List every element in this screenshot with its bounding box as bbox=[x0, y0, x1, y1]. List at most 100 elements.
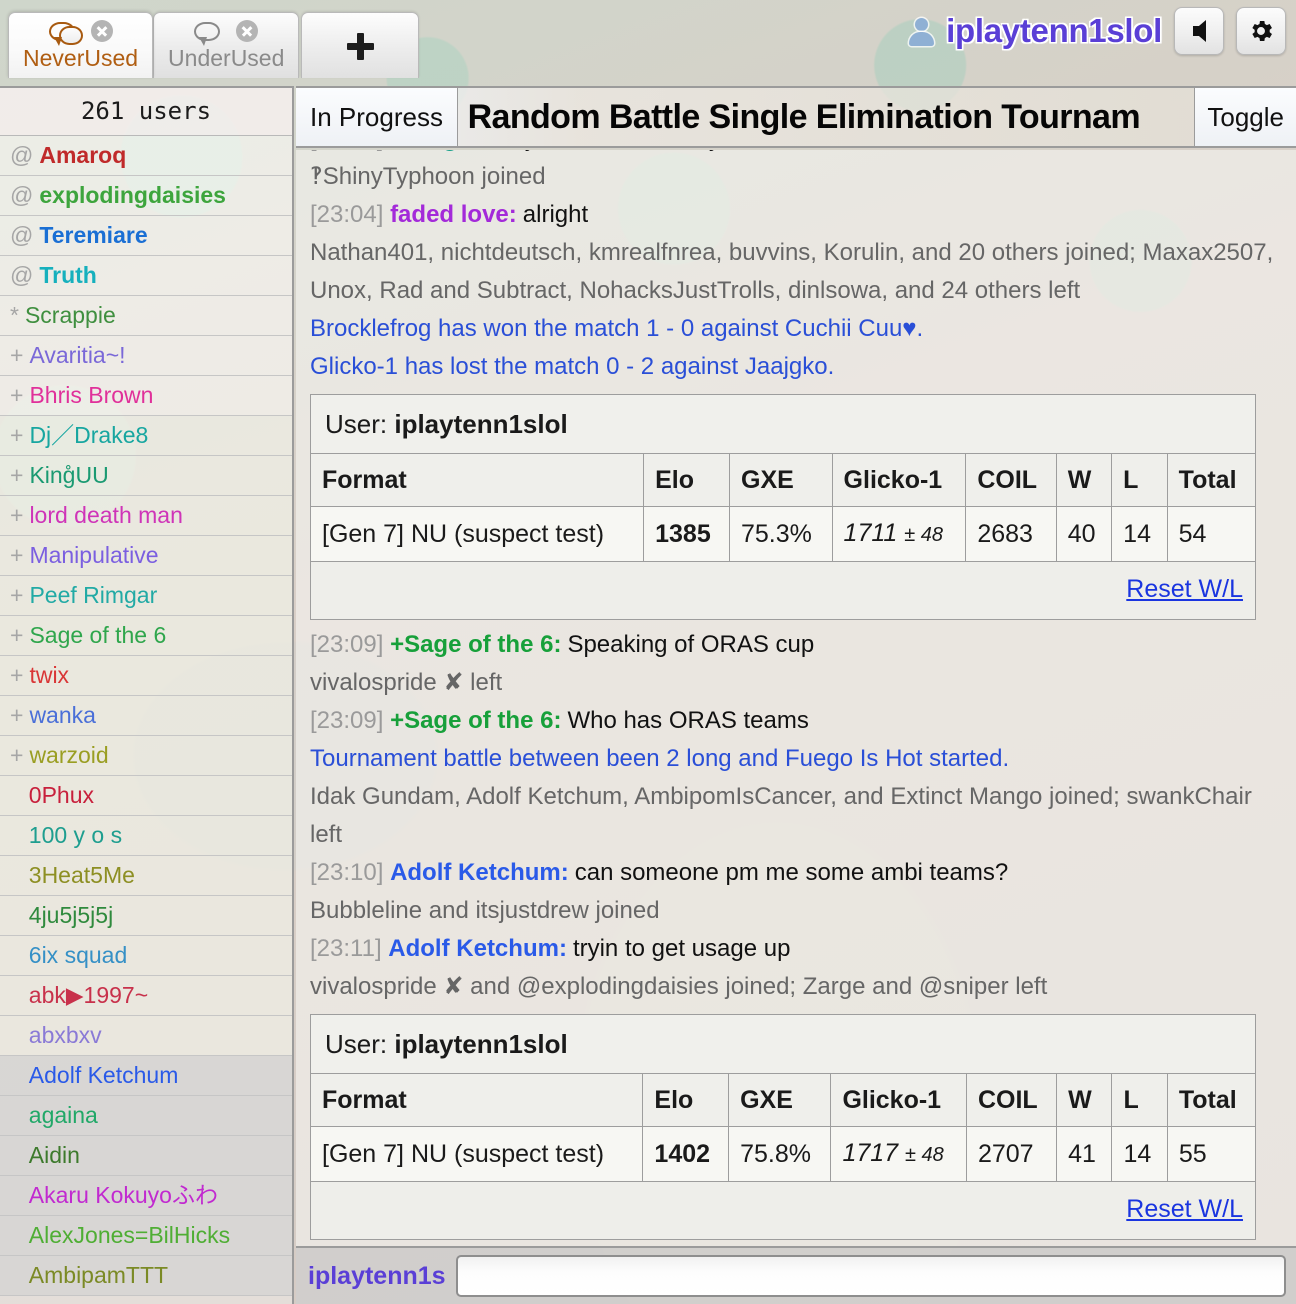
tournament-message: Brocklefrog has won the match 1 - 0 agai… bbox=[310, 310, 1284, 348]
userlist-item[interactable]: @Teremiare bbox=[0, 216, 292, 256]
userlist-item[interactable]: +warzoid bbox=[0, 736, 292, 776]
chat-bubble-icon bbox=[194, 22, 220, 41]
username-label: Manipulative bbox=[29, 542, 158, 568]
username-label: warzoid bbox=[29, 742, 108, 768]
cell-total: 54 bbox=[1167, 507, 1255, 562]
column-header: Total bbox=[1167, 1074, 1255, 1127]
userlist-item[interactable]: +Sage of the 6 bbox=[0, 616, 292, 656]
message-author[interactable]: +King̊UU: bbox=[390, 150, 500, 152]
user-group-spacer bbox=[10, 782, 23, 808]
reset-wl-link[interactable]: Reset W/L bbox=[1126, 1195, 1243, 1223]
chat-message: [23:11] Adolf Ketchum:tryin to get usage… bbox=[310, 930, 1284, 968]
gear-icon bbox=[1247, 17, 1275, 45]
close-icon[interactable] bbox=[91, 20, 113, 42]
username-label: Dj／Drake8 bbox=[29, 422, 148, 448]
tab-neverused[interactable]: NeverUsed bbox=[8, 12, 153, 78]
chat-input[interactable] bbox=[456, 1255, 1286, 1297]
userlist-item[interactable]: @Truth bbox=[0, 256, 292, 296]
message-author[interactable]: +Sage of the 6: bbox=[390, 707, 561, 734]
userlist-item[interactable]: +Dj／Drake8 bbox=[0, 416, 292, 456]
tournament-message: Tournament battle between been 2 long an… bbox=[310, 740, 1284, 778]
message-author[interactable]: Adolf Ketchum: bbox=[388, 935, 567, 962]
chat-message: [23:09] +Sage of the 6:Speaking of ORAS … bbox=[310, 626, 1284, 664]
add-tab-button[interactable] bbox=[301, 12, 419, 78]
user-group-spacer bbox=[10, 1222, 23, 1248]
cell-gxe: 75.3% bbox=[730, 507, 833, 562]
userlist-item[interactable]: @Amaroq bbox=[0, 136, 292, 176]
column-header: W bbox=[1056, 454, 1111, 507]
message-author[interactable]: faded love: bbox=[390, 201, 517, 228]
userlist-item[interactable]: 100 y o s bbox=[0, 816, 292, 856]
reset-wl-link[interactable]: Reset W/L bbox=[1126, 575, 1243, 603]
user-group-spacer bbox=[10, 1262, 23, 1288]
message-author[interactable]: +Sage of the 6: bbox=[390, 631, 561, 658]
userlist-panel[interactable]: 261 users @Amaroq@explodingdaisies@Terem… bbox=[0, 86, 294, 1304]
userlist-item[interactable]: abk▶1997~ bbox=[0, 976, 292, 1016]
userlist-item[interactable]: 4ju5j5j5j bbox=[0, 896, 292, 936]
userlist-item[interactable]: +Bhris Brown bbox=[0, 376, 292, 416]
plus-icon bbox=[346, 32, 374, 60]
userlist-item[interactable]: Akaru Kokuyoふわ bbox=[0, 1176, 292, 1216]
column-header: Glicko-1 bbox=[832, 454, 966, 507]
tab-label: UnderUsed bbox=[168, 44, 284, 72]
userlist-item[interactable]: 3Heat5Me bbox=[0, 856, 292, 896]
chat-input-bar: iplaytenn1s bbox=[296, 1246, 1296, 1304]
tournament-in-progress-button[interactable]: In Progress bbox=[296, 88, 458, 148]
userlist-item[interactable]: 6ix squad bbox=[0, 936, 292, 976]
system-message: Idak Gundam, Adolf Ketchum, AmbipomIsCan… bbox=[310, 778, 1284, 854]
userlist-item[interactable]: +Avaritia~! bbox=[0, 336, 292, 376]
userlist-item[interactable]: +wanka bbox=[0, 696, 292, 736]
chat-log[interactable]: [23:04] +King̊UU:practise with me in ora… bbox=[296, 150, 1296, 1246]
user-group-symbol: + bbox=[10, 342, 23, 368]
main-area: 261 users @Amaroq@explodingdaisies@Terem… bbox=[0, 78, 1296, 1304]
username-label: Adolf Ketchum bbox=[29, 1062, 179, 1088]
userlist-item[interactable]: AlexJones=BilHicks bbox=[0, 1216, 292, 1256]
username-label: Truth bbox=[39, 262, 97, 288]
message-timestamp: [23:09] bbox=[310, 631, 390, 658]
username-label: abxbxv bbox=[29, 1022, 102, 1048]
user-group-symbol: + bbox=[10, 462, 23, 488]
cell-format: [Gen 7] NU (suspect test) bbox=[311, 1127, 643, 1182]
userlist-item[interactable]: @explodingdaisies bbox=[0, 176, 292, 216]
userlist-item[interactable]: +Manipulative bbox=[0, 536, 292, 576]
userlist-item[interactable]: againa bbox=[0, 1096, 292, 1136]
toggle-button[interactable]: Toggle bbox=[1194, 88, 1296, 148]
column-header: COIL bbox=[966, 1074, 1056, 1127]
userlist-item[interactable]: +lord death man bbox=[0, 496, 292, 536]
column-header: COIL bbox=[966, 454, 1056, 507]
tab-underused[interactable]: UnderUsed bbox=[153, 12, 299, 78]
table-row: [Gen 7] NU (suspect test)140275.8%1717 ±… bbox=[311, 1127, 1255, 1182]
userlist-item[interactable]: AmbipamTTT bbox=[0, 1256, 292, 1296]
volume-button[interactable] bbox=[1174, 7, 1224, 55]
cell-gxe: 75.8% bbox=[729, 1127, 831, 1182]
close-icon[interactable] bbox=[236, 20, 258, 42]
userlist-item[interactable]: 0Phux bbox=[0, 776, 292, 816]
userlist-item[interactable]: *Scrappie bbox=[0, 296, 292, 336]
userlist-item[interactable]: +King̊UU bbox=[0, 456, 292, 496]
user-group-spacer bbox=[10, 982, 23, 1008]
page-title: ] Random Battle Single Elimination Tourn… bbox=[448, 88, 1140, 148]
column-header: Elo bbox=[643, 1074, 729, 1127]
message-author[interactable]: Adolf Ketchum: bbox=[390, 859, 569, 886]
userlist-item[interactable]: Aidin bbox=[0, 1136, 292, 1176]
cell-l: 14 bbox=[1112, 1127, 1167, 1182]
userlist-item[interactable]: Adolf Ketchum bbox=[0, 1056, 292, 1096]
userlist-item[interactable]: +twix bbox=[0, 656, 292, 696]
user-group-symbol: @ bbox=[10, 182, 33, 208]
column-header: Total bbox=[1167, 454, 1255, 507]
column-header: W bbox=[1057, 1074, 1112, 1127]
username-label: Scrappie bbox=[25, 302, 116, 328]
column-header: GXE bbox=[730, 454, 833, 507]
cell-elo: 1402 bbox=[643, 1127, 729, 1182]
rating-user-name: iplaytenn1slol bbox=[394, 409, 567, 439]
chat-username[interactable]: iplaytenn1s bbox=[308, 1262, 446, 1291]
user-group-spacer bbox=[10, 1142, 23, 1168]
userlist-item[interactable]: abxbxv bbox=[0, 1016, 292, 1056]
rating-table: User: iplaytenn1slolFormatEloGXEGlicko-1… bbox=[310, 1014, 1256, 1240]
header-username[interactable]: iplaytenn1slol bbox=[946, 12, 1162, 50]
header-user-area: iplaytenn1slol bbox=[908, 5, 1286, 57]
username-label: AmbipamTTT bbox=[29, 1262, 168, 1288]
chat-bubble-icon bbox=[49, 22, 75, 41]
userlist-item[interactable]: +Peef Rimgar bbox=[0, 576, 292, 616]
settings-button[interactable] bbox=[1236, 7, 1286, 55]
